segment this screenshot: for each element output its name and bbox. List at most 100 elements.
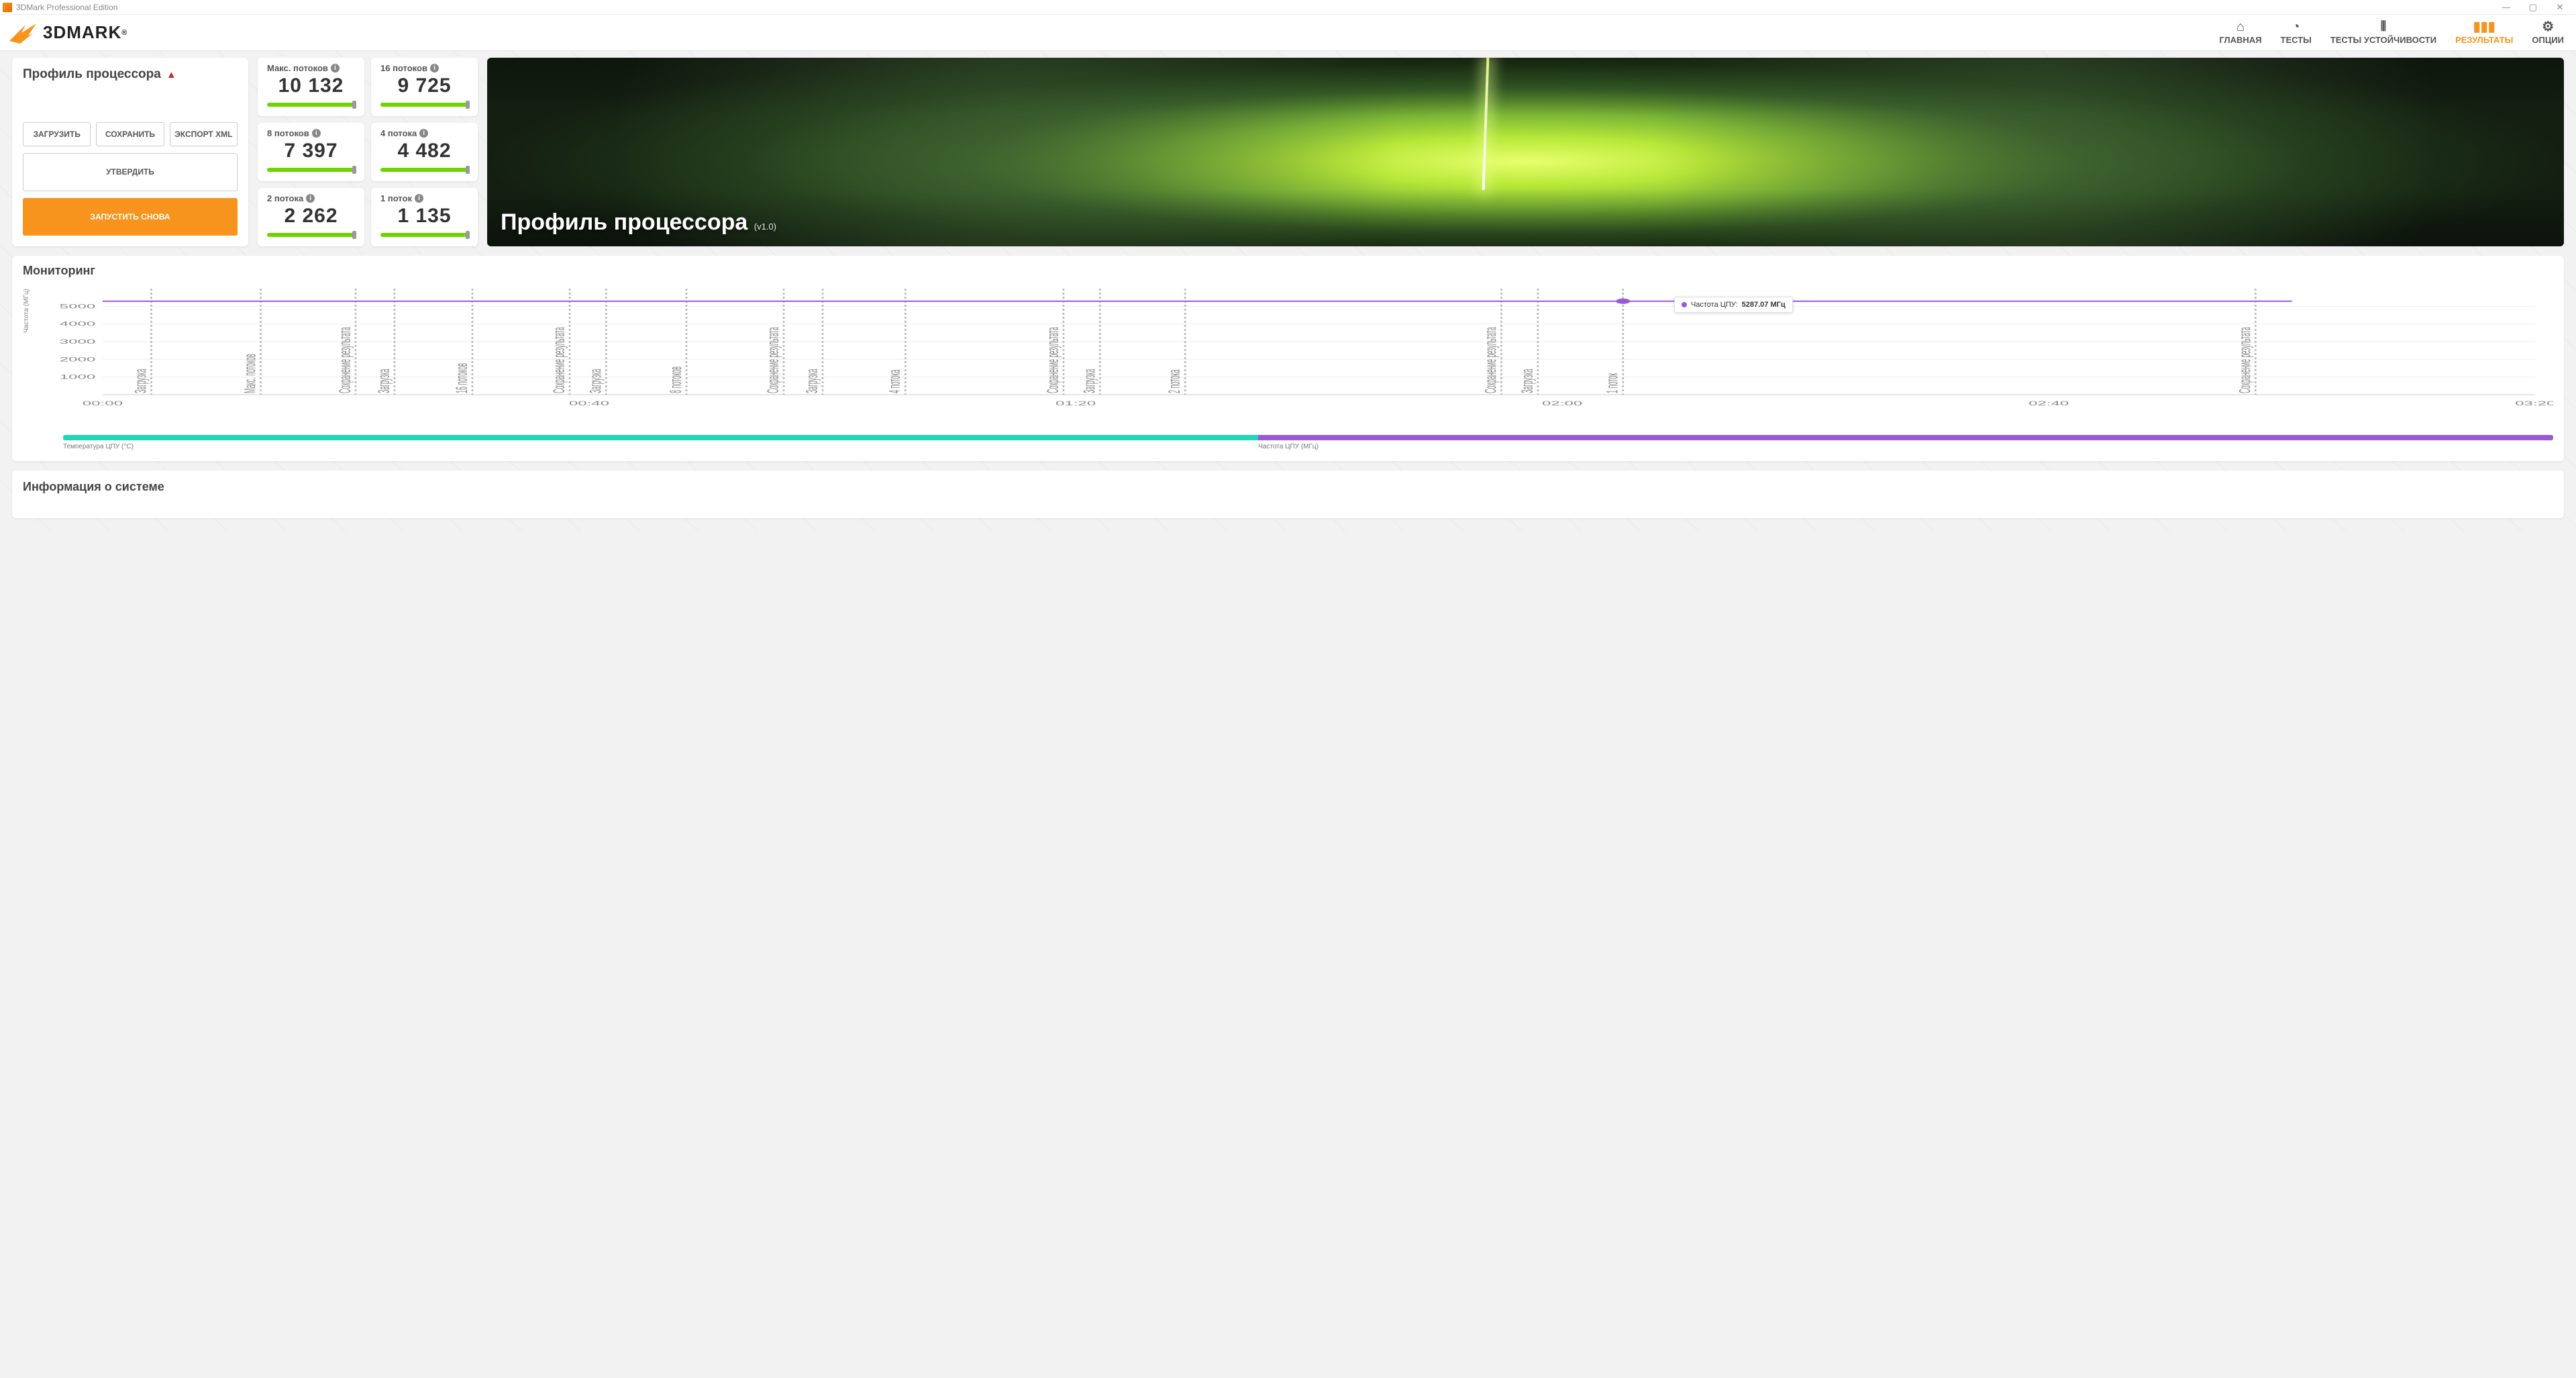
svg-text:00:40: 00:40 (569, 400, 609, 407)
svg-text:Сохранение результата: Сохранение результата (336, 327, 354, 393)
score-value: 7 397 (267, 140, 355, 162)
svg-text:Загрузка: Загрузка (375, 368, 393, 393)
info-icon[interactable]: i (419, 129, 428, 138)
score-value: 10 132 (267, 75, 355, 97)
score-label: 4 потока i (380, 128, 468, 138)
svg-text:5000: 5000 (60, 303, 96, 309)
info-icon[interactable]: i (306, 194, 315, 203)
svg-text:16 потоков: 16 потоков (453, 363, 470, 393)
profile-title-text: Профиль процессора (23, 67, 161, 82)
profile-actions-card: Профиль процессора ▲ ЗАГРУЗИТЬ СОХРАНИТЬ… (12, 58, 248, 246)
svg-text:Загрузка: Загрузка (803, 368, 821, 393)
svg-text:8 потоков: 8 потоков (667, 366, 684, 393)
svg-text:1000: 1000 (60, 374, 96, 381)
brand-logo: 3DMARK® (8, 21, 127, 45)
close-button[interactable]: ✕ (2546, 2, 2573, 13)
window-title: 3DMark Professional Edition (16, 3, 117, 12)
svg-text:03:20: 03:20 (2515, 400, 2553, 407)
score-value: 1 135 (380, 205, 468, 228)
scores-grid: Макс. потоков i10 13216 потоков i9 7258 … (258, 58, 478, 246)
score-bar (380, 166, 468, 173)
minimize-button[interactable]: — (2493, 2, 2520, 12)
svg-text:Сохранение результата: Сохранение результата (1044, 327, 1062, 393)
approve-button[interactable]: УТВЕРДИТЬ (23, 153, 238, 191)
nav-stress[interactable]: ⫴ ТЕСТЫ УСТОЙЧИВОСТИ (2330, 20, 2436, 45)
nav-home[interactable]: ⌂ ГЛАВНАЯ (2219, 20, 2261, 45)
info-icon[interactable]: i (331, 64, 340, 72)
score-label: 16 потоков i (380, 63, 468, 73)
svg-text:Сохранение результата: Сохранение результата (550, 327, 568, 393)
legend-bars (63, 435, 2553, 440)
score-bar (267, 101, 355, 108)
stats-icon: ▮▮▮ (2473, 20, 2495, 34)
svg-text:02:40: 02:40 (2028, 400, 2069, 407)
score-bar (380, 232, 468, 238)
save-button[interactable]: СОХРАНИТЬ (96, 122, 164, 146)
legend-bar-temp (63, 435, 1258, 440)
nav-options[interactable]: ⚙ ОПЦИИ (2532, 20, 2564, 45)
svg-text:00:00: 00:00 (83, 400, 123, 407)
hero-version: (v1.0) (754, 222, 776, 232)
nav-stress-label: ТЕСТЫ УСТОЙЧИВОСТИ (2330, 35, 2436, 45)
hero-title: Профиль процессора (v1.0) (501, 209, 776, 236)
svg-text:Сохранение результата: Сохранение результата (1482, 327, 1499, 393)
score-card: 2 потока i 2 262 (258, 188, 364, 246)
nav-tests[interactable]: ◔ ТЕСТЫ (2281, 20, 2312, 45)
content-area: Профиль процессора ▲ ЗАГРУЗИТЬ СОХРАНИТЬ… (0, 51, 2576, 525)
svg-text:Сохранение результата: Сохранение результата (2236, 327, 2253, 393)
brand-logo-icon (8, 21, 38, 45)
run-again-button[interactable]: ЗАПУСТИТЬ СНОВА (23, 198, 238, 236)
chart-ylabel: Частота (МГц) (23, 289, 30, 333)
score-card: Макс. потоков i 10 132 (258, 58, 364, 116)
info-icon[interactable]: i (430, 64, 439, 72)
svg-text:Сохранение результата: Сохранение результата (764, 327, 782, 393)
load-button[interactable]: ЗАГРУЗИТЬ (23, 122, 91, 146)
score-label: Макс. потоков i (267, 63, 355, 73)
score-card: 16 потоков i 9 725 (371, 58, 478, 116)
score-label: 2 потока i (267, 193, 355, 203)
app-header: 3DMARK® ⌂ ГЛАВНАЯ ◔ ТЕСТЫ ⫴ ТЕСТЫ УСТОЙЧ… (0, 15, 2576, 51)
svg-text:02:00: 02:00 (1542, 400, 1582, 407)
svg-text:2000: 2000 (60, 356, 96, 362)
monitoring-card: Мониторинг Частота (МГц) 100020003000400… (12, 256, 2564, 461)
hero-image: Профиль процессора (v1.0) (487, 58, 2564, 246)
chart-tooltip: Частота ЦПУ: 5287.07 МГц (1674, 297, 1793, 313)
brand-trademark: ® (121, 29, 127, 37)
legend-labels: Температура ЦПУ (°C) Частота ЦПУ (МГц) (63, 443, 2553, 450)
legend-label-freq: Частота ЦПУ (МГц) (1258, 443, 1319, 450)
info-icon[interactable]: i (312, 129, 321, 138)
nav-results[interactable]: ▮▮▮ РЕЗУЛЬТАТЫ (2455, 20, 2513, 45)
monitoring-chart[interactable]: Частота (МГц) 1000200030004000500000:000… (42, 285, 2553, 426)
results-top-row: Профиль процессора ▲ ЗАГРУЗИТЬ СОХРАНИТЬ… (12, 58, 2564, 246)
system-info-title: Информация о системе (23, 480, 2553, 494)
profile-buttons-row1: ЗАГРУЗИТЬ СОХРАНИТЬ ЭКСПОРТ XML (23, 122, 238, 146)
score-card: 1 поток i1 135 (371, 188, 478, 246)
score-value: 9 725 (380, 75, 468, 97)
profile-title: Профиль процессора ▲ (23, 67, 238, 82)
nav-tests-label: ТЕСТЫ (2281, 35, 2312, 45)
nav-home-label: ГЛАВНАЯ (2219, 35, 2261, 45)
svg-text:Загрузка: Загрузка (132, 368, 149, 393)
legend-bar-freq (1258, 435, 2553, 440)
score-bar (267, 166, 355, 173)
maximize-button[interactable]: ▢ (2520, 2, 2546, 13)
score-card: 4 потока i4 482 (371, 123, 478, 181)
home-icon: ⌂ (2236, 20, 2245, 34)
svg-text:4 потока: 4 потока (886, 369, 903, 393)
svg-text:Макс. потоков: Макс. потоков (241, 354, 258, 393)
info-icon[interactable]: i (415, 194, 423, 203)
score-card: 8 потоков i7 397 (258, 123, 364, 181)
tooltip-label: Частота ЦПУ: (1691, 301, 1738, 309)
score-bar (267, 232, 355, 238)
legend-label-temp: Температура ЦПУ (°C) (63, 443, 1258, 450)
score-value: 2 262 (267, 205, 355, 228)
svg-text:01:20: 01:20 (1055, 400, 1096, 407)
gauge-icon: ◔ (2292, 20, 2300, 34)
nav-options-label: ОПЦИИ (2532, 35, 2564, 45)
system-info-card: Информация о системе (12, 471, 2564, 518)
tooltip-value: 5287.07 МГц (1742, 301, 1786, 309)
brand-name: 3DMARK (43, 22, 121, 43)
svg-text:Загрузка: Загрузка (586, 368, 604, 393)
app-icon (3, 3, 12, 12)
export-xml-button[interactable]: ЭКСПОРТ XML (170, 122, 238, 146)
